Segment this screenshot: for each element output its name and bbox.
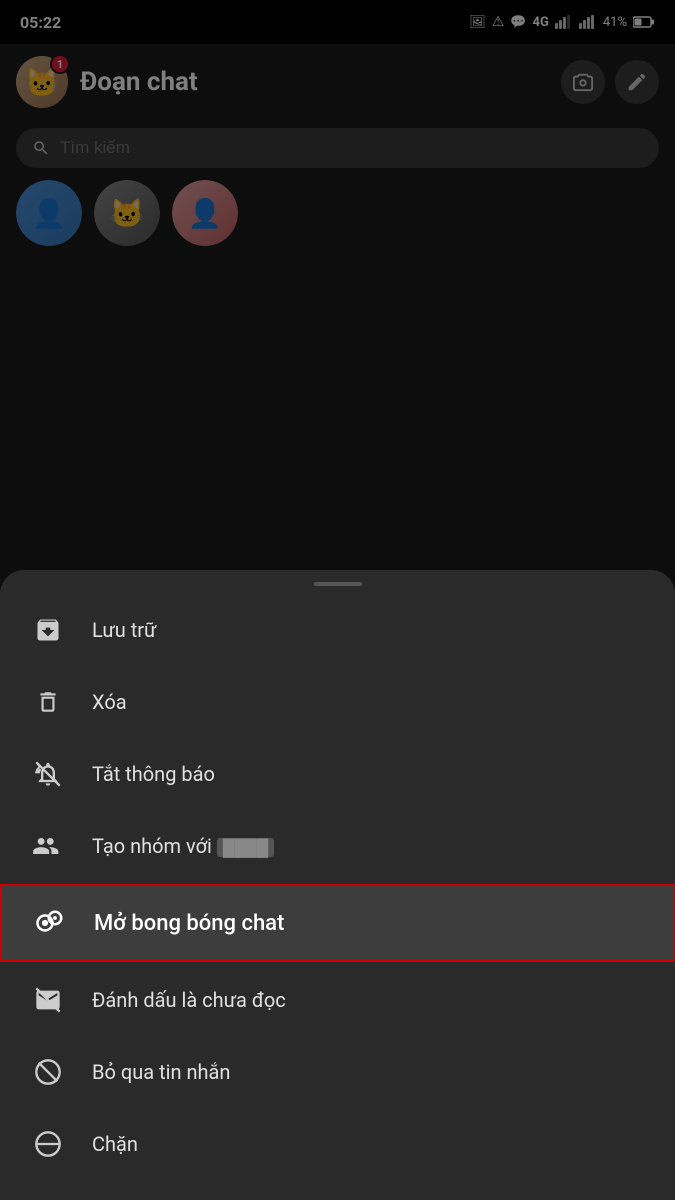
bell-off-icon — [32, 760, 64, 788]
menu-item-chat-bubble[interactable]: Mở bong bóng chat — [0, 884, 675, 962]
menu-item-mute[interactable]: Tắt thông báo — [0, 738, 675, 810]
menu-item-delete[interactable]: Xóa — [0, 666, 675, 738]
menu-item-ignore[interactable]: Bỏ qua tin nhắn — [0, 1036, 675, 1108]
create-group-label: Tạo nhóm với ████ — [92, 834, 274, 858]
ignore-icon — [32, 1058, 64, 1086]
menu-item-archive[interactable]: Lưu trữ — [0, 594, 675, 666]
mute-label: Tắt thông báo — [92, 762, 215, 786]
ignore-label: Bỏ qua tin nhắn — [92, 1060, 230, 1084]
unread-icon — [32, 986, 64, 1014]
bubble-icon — [34, 908, 66, 938]
bottom-sheet: Lưu trữ Xóa Tắt thông báo Tạo nhóm với █… — [0, 570, 675, 1200]
delete-label: Xóa — [92, 690, 127, 714]
block-label: Chặn — [92, 1132, 138, 1156]
archive-label: Lưu trữ — [92, 618, 156, 642]
block-icon — [32, 1130, 64, 1158]
handle-bar — [314, 582, 362, 586]
group-icon — [32, 832, 64, 860]
sheet-handle — [0, 570, 675, 594]
mark-unread-label: Đánh dấu là chưa đọc — [92, 988, 286, 1012]
menu-item-block[interactable]: Chặn — [0, 1108, 675, 1180]
trash-icon — [32, 688, 64, 716]
menu-item-create-group[interactable]: Tạo nhóm với ████ — [0, 810, 675, 882]
archive-icon — [32, 616, 64, 644]
chat-bubble-label: Mở bong bóng chat — [94, 911, 284, 936]
menu-item-mark-unread[interactable]: Đánh dấu là chưa đọc — [0, 964, 675, 1036]
